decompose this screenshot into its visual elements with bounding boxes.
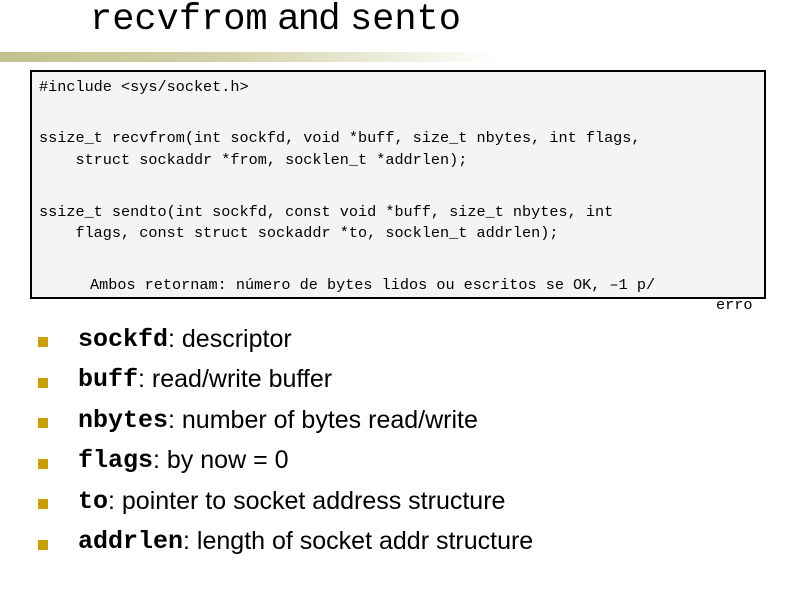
bullet-icon (38, 337, 48, 348)
term: nbytes (78, 405, 169, 435)
list-item: flags: by now = 0 (38, 441, 533, 482)
code-recvfrom-1: ssize_t recvfrom(int sockfd, void *buff,… (39, 129, 641, 147)
list-item: addrlen: length of socket addr structure (38, 522, 533, 563)
code-sendto-1: ssize_t sendto(int sockfd, const void *b… (39, 203, 614, 221)
description: : number of bytes read/write (168, 405, 478, 434)
term: addrlen (78, 527, 184, 557)
list-item: to: pointer to socket address structure (38, 481, 533, 522)
bullet-icon (38, 458, 48, 469)
code-sendto-2: flags, const struct sockaddr *to, sockle… (39, 224, 559, 242)
code-include: #include <sys/socket.h> (39, 78, 249, 96)
term: sockfd (78, 324, 169, 354)
title-and: and (267, 0, 350, 37)
slide-title: recvfrom and sento (90, 0, 461, 41)
term: buff (78, 365, 139, 395)
code-box: #include <sys/socket.h> ssize_t recvfrom… (30, 70, 766, 299)
title-recvfrom: recvfrom (90, 0, 268, 41)
list-item: sockfd: descriptor (38, 319, 533, 360)
bullet-icon (38, 499, 48, 510)
list-item: nbytes: number of bytes read/write (38, 400, 533, 441)
term: flags (78, 446, 154, 476)
code-returns-overflow: erro (716, 296, 753, 314)
description: : descriptor (168, 324, 292, 353)
title-underline (0, 52, 500, 62)
bullet-icon (38, 418, 48, 429)
description: : read/write buffer (138, 365, 333, 394)
description: : length of socket addr structure (183, 527, 534, 556)
list-item: buff: read/write buffer (38, 360, 533, 401)
bullet-icon (38, 377, 48, 388)
term: to (78, 486, 109, 516)
bullet-icon (38, 539, 48, 550)
description: : by now = 0 (153, 446, 289, 475)
bullet-list: sockfd: descriptor buff: read/write buff… (38, 319, 533, 562)
code-recvfrom-2: struct sockaddr *from, socklen_t *addrle… (39, 151, 468, 169)
code-returns: Ambos retornam: número de bytes lidos ou… (90, 276, 656, 294)
description: : pointer to socket address structure (108, 486, 506, 515)
title-sento: sento (349, 0, 461, 41)
